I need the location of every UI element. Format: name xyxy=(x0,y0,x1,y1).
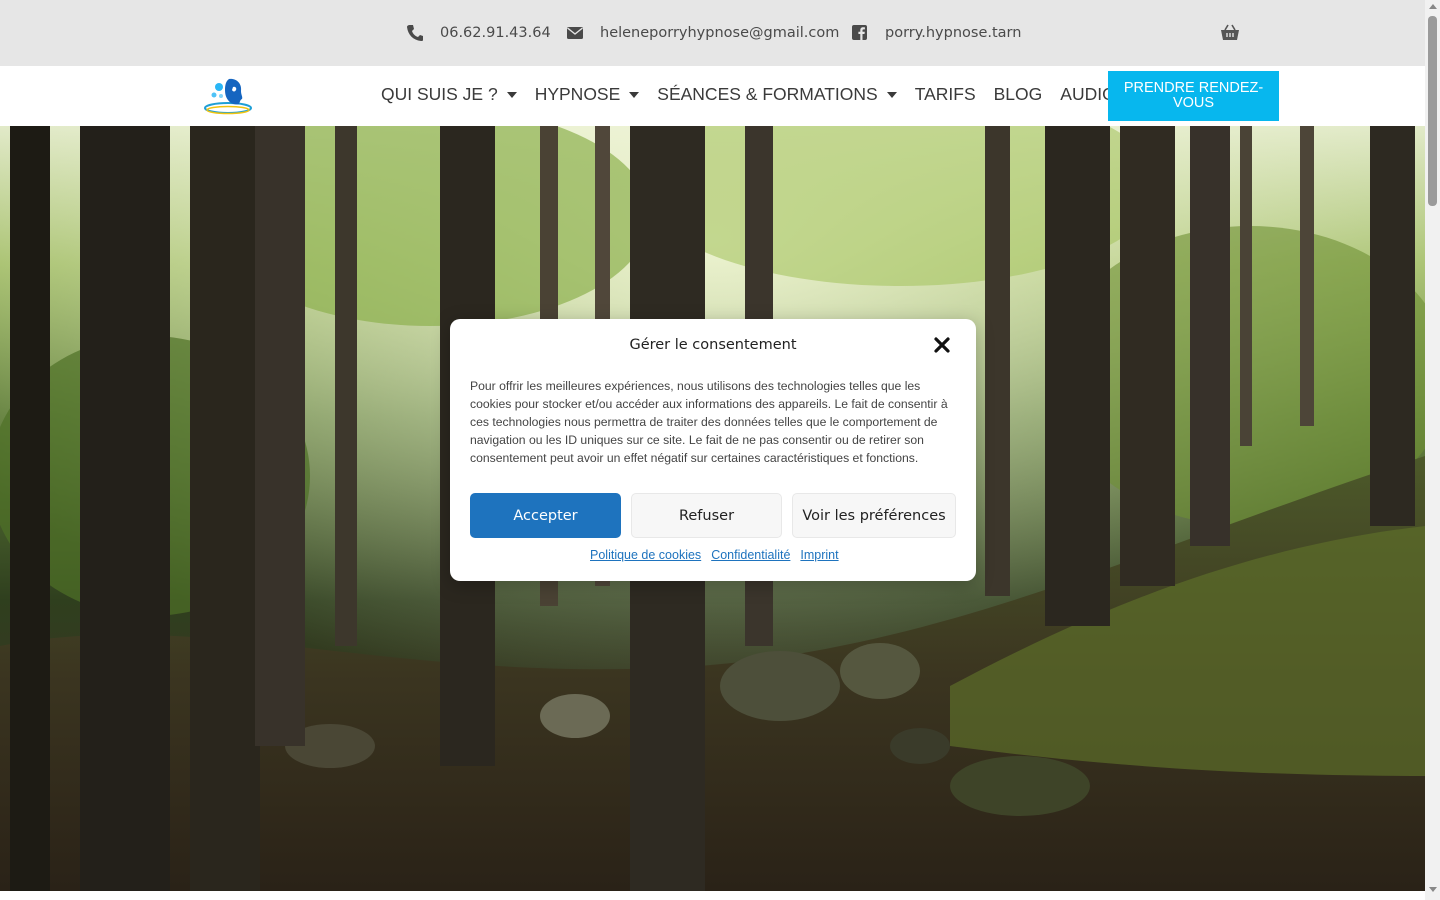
refuse-button[interactable]: Refuser xyxy=(631,493,782,538)
email-contact[interactable]: heleneporryhypnose@gmail.com xyxy=(566,22,839,44)
site-logo[interactable] xyxy=(203,75,255,115)
consent-text: Pour offrir les meilleures expériences, … xyxy=(470,379,948,465)
nav-item-tarifs[interactable]: TARIFS xyxy=(915,84,976,105)
page-scrollbar[interactable] xyxy=(1425,0,1440,900)
facebook-handle: porry.hypnose.tarn xyxy=(885,25,1022,41)
consent-links: Politique de cookies Confidentialité Imp… xyxy=(590,548,849,562)
chevron-down-icon xyxy=(629,91,640,98)
scroll-down-arrow-icon[interactable] xyxy=(1429,887,1437,892)
nav-item-label: HYPNOSE xyxy=(534,84,621,104)
imprint-link[interactable]: Imprint xyxy=(800,548,838,562)
facebook-icon xyxy=(852,25,867,40)
envelope-icon xyxy=(567,27,583,39)
privacy-link[interactable]: Confidentialité xyxy=(711,548,790,562)
email-address: heleneporryhypnose@gmail.com xyxy=(600,25,840,41)
consent-dialog: Gérer le consentement Pour offrir les me… xyxy=(450,319,976,581)
main-menu: QUI SUIS JE ? HYPNOSE SÉANCES & FORMATIO… xyxy=(381,84,1145,105)
phone-icon xyxy=(407,25,423,41)
nav-item-qui-suis-je[interactable]: QUI SUIS JE ? xyxy=(381,84,517,105)
nav-item-label: TARIFS xyxy=(914,84,976,104)
book-appointment-button[interactable]: PRENDRE RENDEZ-VOUS xyxy=(1108,71,1279,121)
nav-item-seances-formations[interactable]: SÉANCES & FORMATIONS xyxy=(657,84,897,105)
preferences-button[interactable]: Voir les préférences xyxy=(792,493,956,538)
nav-item-label: SÉANCES & FORMATIONS xyxy=(657,84,878,104)
accept-button[interactable]: Accepter xyxy=(470,493,621,538)
nav-item-blog[interactable]: BLOG xyxy=(994,84,1043,105)
scroll-up-arrow-icon[interactable] xyxy=(1429,4,1437,9)
chevron-down-icon xyxy=(886,91,897,98)
nav-item-hypnose[interactable]: HYPNOSE xyxy=(535,84,640,105)
consent-title: Gérer le consentement xyxy=(629,337,797,353)
close-icon[interactable] xyxy=(932,335,952,355)
cookie-policy-link[interactable]: Politique de cookies xyxy=(590,548,701,562)
main-navbar: QUI SUIS JE ? HYPNOSE SÉANCES & FORMATIO… xyxy=(0,66,1425,126)
phone-number: 06.62.91.43.64 xyxy=(440,25,551,41)
nav-item-label: QUI SUIS JE ? xyxy=(381,84,498,104)
chevron-down-icon xyxy=(506,91,517,98)
cart-icon[interactable] xyxy=(1220,24,1240,42)
scroll-thumb[interactable] xyxy=(1428,16,1437,206)
phone-contact[interactable]: 06.62.91.43.64 xyxy=(406,22,551,44)
facebook-contact[interactable]: porry.hypnose.tarn xyxy=(851,22,1021,44)
nav-item-label: BLOG xyxy=(993,84,1043,104)
top-contact-bar: 06.62.91.43.64 heleneporryhypnose@gmail.… xyxy=(0,0,1425,66)
